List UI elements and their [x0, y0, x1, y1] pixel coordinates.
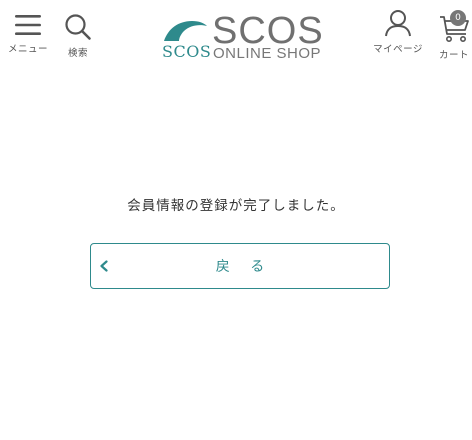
chevron-left-icon: [100, 260, 108, 272]
cart-button[interactable]: 0 カート: [436, 10, 472, 61]
menu-label: メニュー: [7, 44, 48, 55]
logo-wave-icon: [164, 21, 207, 41]
cart-count-badge: 0: [450, 10, 466, 26]
user-icon: [385, 10, 411, 37]
logo-tagline: ONLINE SHOP: [213, 45, 322, 62]
mypage-button[interactable]: マイページ: [366, 9, 430, 55]
back-button-label: 戻 る: [215, 259, 273, 275]
mypage-label: マイページ: [373, 44, 423, 55]
hamburger-icon: [15, 15, 41, 35]
back-button[interactable]: 戻 る: [90, 243, 390, 289]
menu-button[interactable]: メニュー: [6, 13, 50, 55]
cart-label: カート: [438, 50, 469, 61]
site-logo[interactable]: SCOS SCOS ONLINE SHOP: [160, 10, 323, 64]
completion-message: 会員情報の登録が完了しました。: [127, 198, 345, 214]
search-label: 検索: [67, 48, 88, 59]
header: メニュー 検索 SCOS SCOS ONLINE SHOP マイページ 0 カー…: [0, 0, 472, 70]
search-icon: [65, 14, 91, 40]
search-button[interactable]: 検索: [60, 13, 96, 59]
logo-sub-text: SCOS: [162, 42, 212, 61]
